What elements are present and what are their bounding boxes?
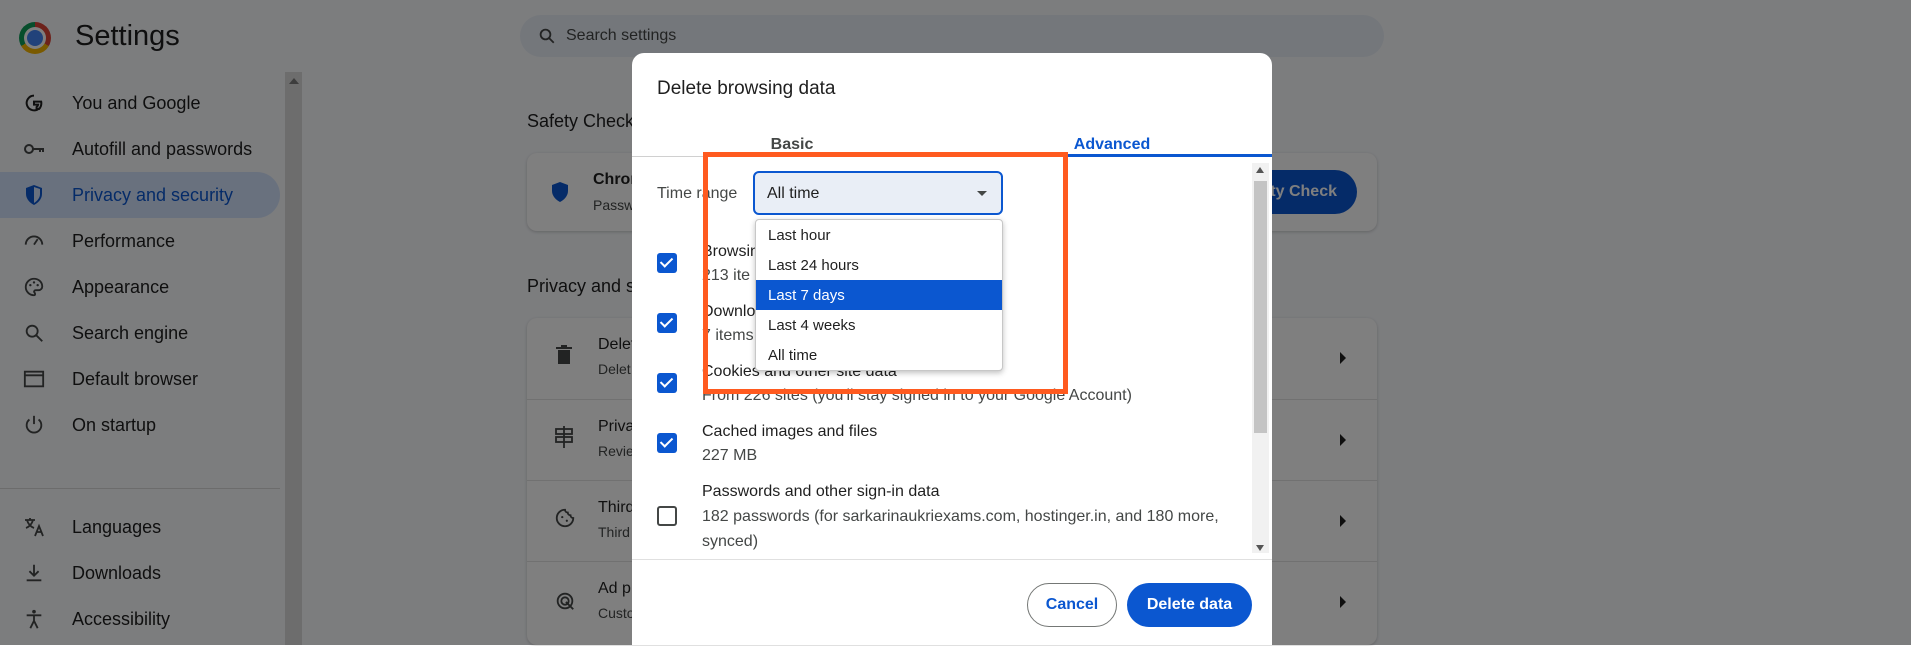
cancel-button[interactable]: Cancel xyxy=(1027,583,1117,627)
delete-data-button[interactable]: Delete data xyxy=(1127,583,1252,627)
item-title: Cached images and files xyxy=(702,423,878,440)
scrollbar-thumb[interactable] xyxy=(1254,181,1267,433)
cookies-checkbox[interactable] xyxy=(657,373,677,393)
scroll-up-arrow-icon[interactable] xyxy=(1256,167,1264,173)
browsing-history-checkbox[interactable] xyxy=(657,253,677,273)
passwords-checkbox[interactable] xyxy=(657,506,677,526)
dialog-title: Delete browsing data xyxy=(657,78,836,99)
item-subtitle: 182 passwords (for sarkarinaukriexams.co… xyxy=(702,508,1219,550)
dialog-footer-divider xyxy=(632,559,1272,560)
cached-images-checkbox[interactable] xyxy=(657,433,677,453)
dialog-scrollbar[interactable] xyxy=(1252,163,1269,553)
highlight-annotation-box xyxy=(703,152,1068,394)
download-history-checkbox[interactable] xyxy=(657,313,677,333)
scroll-down-arrow-icon[interactable] xyxy=(1256,545,1264,551)
item-subtitle: 227 MB xyxy=(702,447,758,464)
item-title: Passwords and other sign-in data xyxy=(702,483,940,500)
